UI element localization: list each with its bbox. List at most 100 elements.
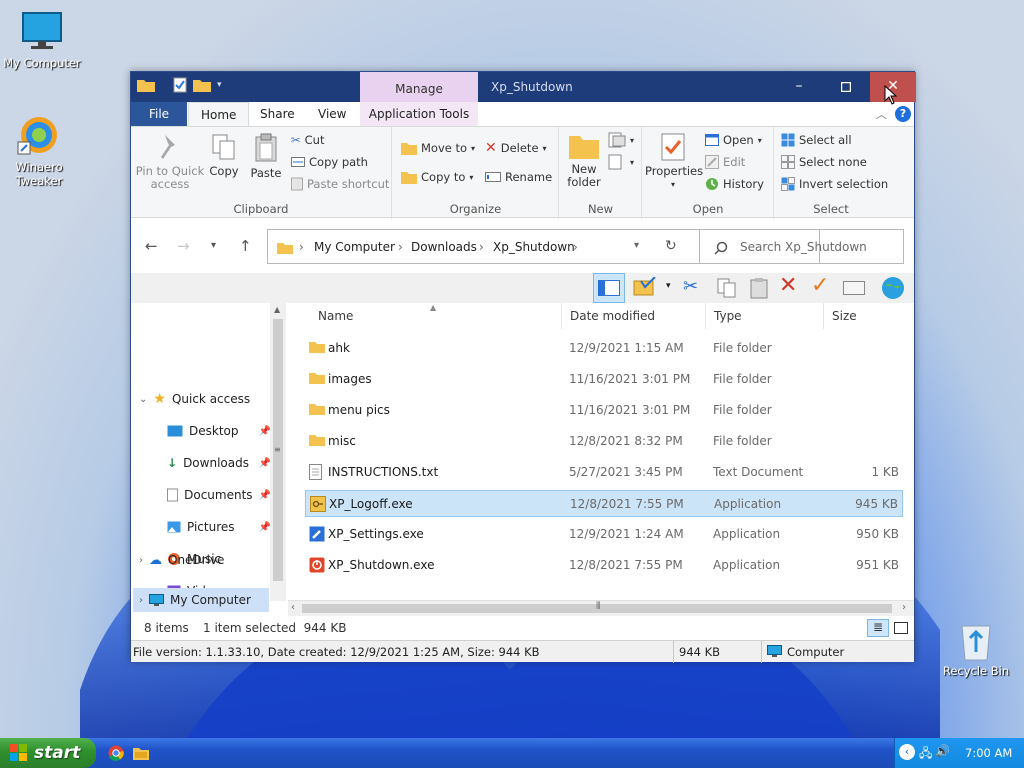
file-list-scrollbar[interactable]: ‹ ⦀ › — [288, 600, 914, 616]
copy-icon[interactable] — [716, 277, 738, 299]
tab-view[interactable]: View — [306, 102, 358, 126]
file-row[interactable]: XP_Settings.exe 12/9/2021 1:24 AM Applic… — [305, 521, 903, 548]
globe-icon[interactable] — [881, 276, 905, 300]
easy-access-button[interactable]: ▾ — [608, 153, 634, 171]
title-bar: ▾ Manage Xp_Shutdown – ✕ — [131, 72, 916, 102]
new-folder-icon[interactable] — [193, 78, 211, 92]
chrome-icon[interactable] — [108, 745, 124, 761]
minimize-button[interactable]: – — [776, 72, 822, 102]
history-button[interactable]: History — [705, 175, 764, 193]
new-item-button[interactable]: ▾ — [608, 131, 634, 149]
nav-my-computer[interactable]: › My Computer — [133, 588, 269, 612]
breadcrumb-xp-shutdown[interactable]: Xp_Shutdown — [493, 240, 575, 254]
preview-pane-button[interactable] — [593, 273, 625, 303]
file-size: 950 KB — [856, 527, 899, 541]
open-button[interactable]: Open ▾ — [705, 131, 762, 149]
large-icons-view-icon[interactable] — [894, 622, 908, 634]
file-date: 12/9/2021 1:15 AM — [569, 341, 684, 355]
file-row[interactable]: misc 12/8/2021 8:32 PM File folder — [305, 428, 903, 455]
select-none-button[interactable]: Select none — [781, 153, 867, 171]
desktop-icon — [167, 425, 183, 437]
up-arrow-icon[interactable]: ↑ — [239, 237, 252, 255]
navigation-pane-scrollbar[interactable]: ▲ ≡ — [270, 303, 286, 601]
mail-check-icon[interactable] — [633, 277, 659, 297]
nav-pictures[interactable]: Pictures 📌 — [167, 515, 271, 539]
start-button[interactable]: start — [0, 738, 96, 768]
properties-button[interactable]: Properties ▾ — [645, 133, 703, 191]
customize-qa-chevron-icon[interactable]: ▾ — [217, 80, 222, 90]
tab-home[interactable]: Home — [188, 102, 250, 126]
tab-file[interactable]: File — [131, 102, 187, 126]
properties-icon[interactable] — [173, 77, 187, 93]
column-header-type[interactable]: Type — [706, 303, 824, 329]
copy-button[interactable]: Copy — [207, 133, 241, 178]
forward-arrow-icon[interactable]: → — [177, 237, 190, 255]
tab-share[interactable]: Share — [248, 102, 307, 126]
rename-button[interactable]: Rename — [485, 168, 552, 186]
maximize-button[interactable] — [823, 72, 869, 102]
select-all-button[interactable]: Select all — [781, 131, 852, 149]
nav-downloads[interactable]: ↓ Downloads 📌 — [167, 451, 271, 475]
checkmark-icon[interactable]: ✓ — [811, 273, 829, 298]
file-size: 945 KB — [855, 497, 898, 511]
desktop-icon-recycle-bin[interactable]: Recycle Bin — [934, 618, 1018, 678]
tray-expand-icon[interactable]: ‹ — [899, 744, 915, 760]
network-icon[interactable]: 🖧 — [919, 744, 932, 765]
refresh-icon[interactable]: ↻ — [665, 238, 677, 254]
copy-path-button[interactable]: Copy path — [291, 153, 368, 171]
breadcrumb-downloads[interactable]: Downloads — [411, 240, 477, 254]
file-row[interactable]: images 11/16/2021 3:01 PM File folder — [305, 366, 903, 393]
windows-logo-icon — [10, 744, 27, 761]
file-row[interactable]: XP_Shutdown.exe 12/8/2021 7:55 PM Applic… — [305, 552, 903, 579]
rename-icon[interactable] — [843, 281, 865, 295]
column-header-size[interactable]: Size — [824, 303, 904, 329]
paste-shortcut-button[interactable]: Paste shortcut — [291, 175, 389, 193]
delete-x-icon[interactable]: ✕ — [779, 273, 797, 298]
cut-button[interactable]: ✂ Cut — [291, 131, 324, 149]
paste-icon[interactable] — [749, 277, 769, 299]
file-row[interactable]: XP_Logoff.exe 12/8/2021 7:55 PM Applicat… — [305, 490, 903, 517]
file-type: File folder — [713, 434, 772, 448]
volume-icon[interactable]: 🔊 — [935, 744, 950, 758]
address-history-chevron-icon[interactable]: ▾ — [634, 240, 639, 251]
column-header-date-modified[interactable]: Date modified — [562, 303, 706, 329]
monitor-icon — [22, 12, 62, 49]
tab-application-tools[interactable]: Application Tools — [360, 102, 478, 126]
collapse-ribbon-chevron-icon[interactable]: ︿ — [876, 106, 887, 122]
file-explorer-icon[interactable] — [133, 746, 149, 760]
file-row[interactable]: menu pics 11/16/2021 3:01 PM File folder — [305, 397, 903, 424]
breadcrumb-my-computer[interactable]: My Computer — [314, 240, 395, 254]
paste-button[interactable]: Paste — [247, 133, 285, 180]
back-arrow-icon[interactable]: ← — [145, 237, 158, 255]
column-header-name[interactable]: Name ▲ — [310, 303, 562, 329]
nav-desktop[interactable]: Desktop 📌 — [167, 419, 271, 443]
nav-onedrive[interactable]: › ☁ OneDrive — [139, 548, 224, 572]
search-box[interactable]: Search Xp_Shutdown — [699, 229, 904, 264]
scissors-icon[interactable]: ✂ — [683, 276, 698, 297]
folder-icon — [309, 404, 325, 415]
nav-quick-access[interactable]: ⌄ ★ Quick access — [139, 387, 250, 411]
delete-button[interactable]: ✕ Delete ▾ — [485, 139, 547, 157]
move-to-button[interactable]: Move to ▾ — [401, 139, 475, 157]
copy-to-button[interactable]: Copy to ▾ — [401, 168, 473, 186]
tab-manage[interactable]: Manage — [360, 72, 478, 102]
chevron-down-icon: ▾ — [757, 135, 762, 145]
desktop-icon-winaero-tweaker[interactable]: Winaero Tweaker — [0, 112, 78, 188]
invert-selection-button[interactable]: Invert selection — [781, 175, 888, 193]
search-icon — [714, 241, 728, 255]
edit-button[interactable]: Edit — [705, 153, 745, 171]
pin-to-quick-access-button[interactable]: Pin to Quick access — [135, 133, 205, 191]
nav-documents[interactable]: Documents 📌 — [167, 483, 271, 507]
chevron-down-icon[interactable]: ▾ — [666, 281, 671, 291]
desktop-icon-my-computer[interactable]: My Computer — [0, 10, 84, 70]
help-icon[interactable]: ? — [895, 106, 911, 122]
wrench-exe-icon — [309, 526, 325, 542]
file-row[interactable]: ahk 12/9/2021 1:15 AM File folder — [305, 335, 903, 362]
chevron-down-icon: ▾ — [469, 172, 474, 182]
recent-locations-chevron-icon[interactable]: ▾ — [211, 240, 216, 251]
new-folder-button[interactable]: New folder — [564, 133, 604, 189]
organize-group: Move to ▾ Copy to ▾ ✕ Delete ▾ Rename Or… — [393, 127, 559, 219]
details-view-button[interactable]: ≣ — [867, 619, 889, 637]
file-row[interactable]: INSTRUCTIONS.txt 5/27/2021 3:45 PM Text … — [305, 459, 903, 486]
clock[interactable]: 7:00 AM — [965, 746, 1012, 760]
